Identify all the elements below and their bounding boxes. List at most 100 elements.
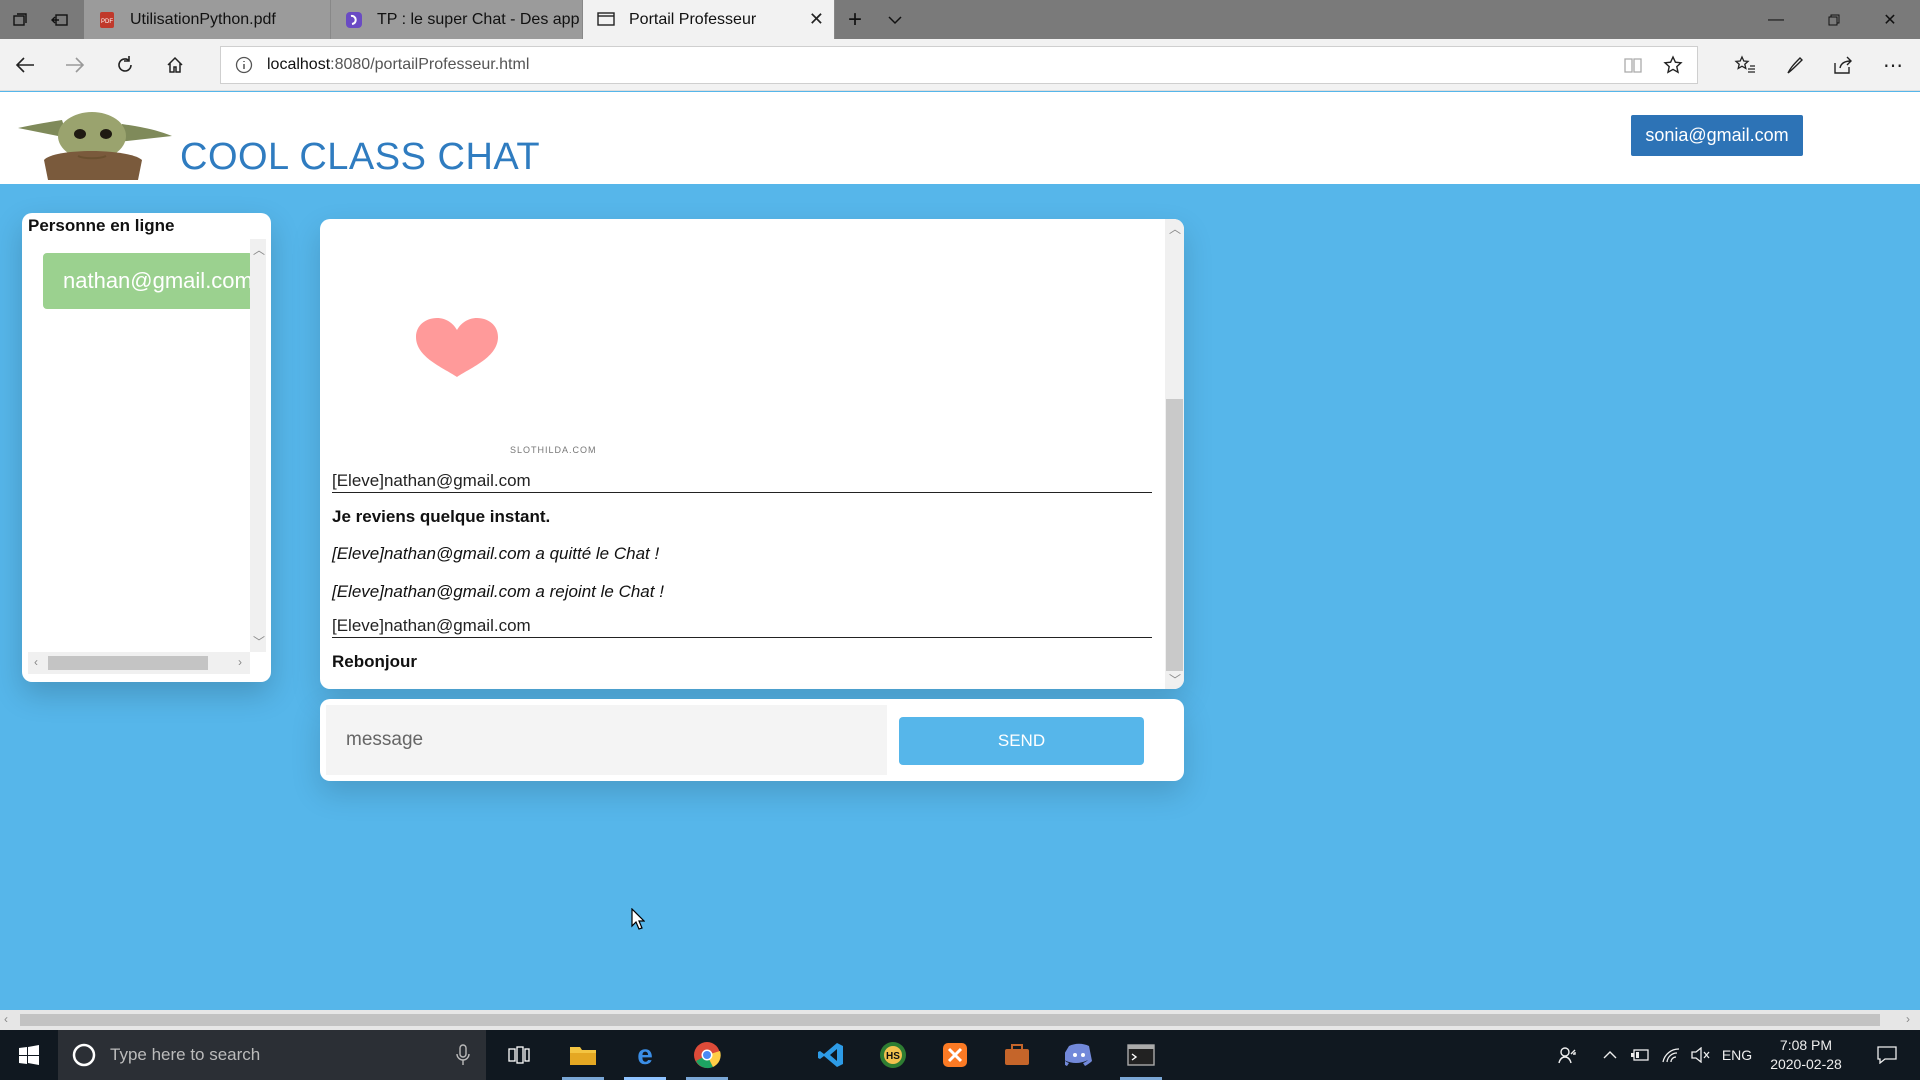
scroll-down-arrow-icon[interactable]: ﹀ [253, 633, 265, 650]
baby-yoda-logo [18, 106, 172, 180]
new-tab-icon[interactable]: + [835, 0, 875, 39]
taskbar-search-box[interactable]: Type here to search [58, 1030, 486, 1080]
tab-utilisation-python[interactable]: PDF UtilisationPython.pdf [84, 0, 331, 39]
file-explorer-icon[interactable] [554, 1030, 612, 1080]
refresh-icon[interactable] [100, 39, 150, 91]
user-account-button[interactable]: sonia@gmail.com [1631, 115, 1803, 156]
tab-title: UtilisationPython.pdf [130, 10, 276, 28]
favorite-star-icon[interactable] [1663, 55, 1683, 75]
heart-gif [412, 317, 502, 384]
address-bar[interactable]: localhost:8080/portailProfesseur.html [220, 46, 1698, 84]
reading-view-icon[interactable] [1623, 56, 1643, 74]
scroll-down-arrow-icon[interactable]: ﹀ [1169, 671, 1181, 688]
battery-icon[interactable] [1627, 1030, 1653, 1080]
back-icon[interactable] [0, 39, 50, 91]
gif-caption: SLOTHILDA.COM [510, 445, 597, 455]
message-sender: [Eleve]nathan@gmail.com [332, 471, 1152, 493]
site-info-icon[interactable] [235, 56, 253, 74]
message-sender: [Eleve]nathan@gmail.com [332, 616, 1152, 638]
svg-text:HS: HS [886, 1051, 900, 1062]
terminal-icon[interactable] [1112, 1030, 1170, 1080]
online-panel-title: Personne en ligne [28, 216, 175, 235]
horizontal-scroll-thumb[interactable] [48, 656, 208, 670]
site-title: COOL CLASS CHAT [180, 136, 541, 178]
horizontal-scroll-thumb[interactable] [20, 1014, 1880, 1026]
scroll-right-arrow-icon[interactable]: › [238, 655, 242, 669]
scroll-up-arrow-icon[interactable]: ︿ [253, 241, 265, 258]
forward-icon[interactable] [50, 39, 100, 91]
site-icon [345, 11, 363, 29]
pen-icon[interactable] [1770, 39, 1820, 91]
chat-vertical-scrollbar[interactable]: ︿ ﹀ [1165, 219, 1184, 689]
send-button[interactable]: SEND [899, 717, 1144, 765]
chat-panel: SLOTHILDA.COM [Eleve]nathan@gmail.com Je… [320, 219, 1184, 689]
svg-text:PDF: PDF [101, 19, 113, 25]
more-options-icon[interactable]: ⋯ [1868, 39, 1918, 91]
people-icon[interactable] [1552, 1030, 1582, 1080]
windows-start-icon[interactable] [0, 1030, 58, 1080]
windows-taskbar: Type here to search e HS ENG 7:08 PM 202… [0, 1030, 1920, 1080]
system-notice: [Eleve]nathan@gmail.com a quitté le Chat… [332, 544, 660, 563]
home-icon[interactable] [150, 39, 200, 91]
message-body: Rebonjour [332, 652, 417, 671]
cortana-icon [72, 1043, 96, 1067]
clock-time: 7:08 PM [1779, 1037, 1833, 1053]
tab-portail-professeur[interactable]: Portail Professeur ✕ [583, 0, 835, 39]
online-user-chip[interactable]: nathan@gmail.com [43, 253, 250, 309]
online-list-horizontal-scrollbar[interactable]: ‹ › [28, 652, 250, 674]
message-body: Je reviens quelque instant. [332, 507, 551, 526]
close-tab-icon[interactable]: ✕ [809, 9, 824, 30]
browser-nav-bar: localhost:8080/portailProfesseur.html ⋯ [0, 39, 1920, 91]
set-tabs-aside-icon[interactable] [40, 0, 80, 39]
scroll-left-arrow-icon[interactable]: ‹ [4, 1012, 8, 1026]
site-header: COOL CLASS CHAT sonia@gmail.com [0, 92, 1920, 184]
message-composer: SEND [320, 699, 1184, 781]
microphone-icon[interactable] [456, 1044, 470, 1066]
online-list-vertical-scrollbar[interactable]: ︿ ﹀ [250, 239, 266, 652]
briefcase-icon[interactable] [988, 1030, 1046, 1080]
restore-icon[interactable] [1806, 0, 1862, 39]
wifi-icon[interactable] [1658, 1030, 1684, 1080]
pdf-icon: PDF [98, 11, 116, 29]
mouse-cursor-icon [631, 907, 646, 935]
tab-preview-chevron-icon[interactable] [875, 0, 915, 39]
tab-title: Portail Professeur [629, 10, 757, 28]
hs-app-icon[interactable]: HS [864, 1030, 922, 1080]
system-notice: [Eleve]nathan@gmail.com a rejoint le Cha… [332, 582, 664, 601]
volume-muted-icon[interactable] [1688, 1030, 1714, 1080]
favorites-list-icon[interactable] [1720, 39, 1770, 91]
minimize-icon[interactable]: — [1748, 0, 1804, 39]
search-placeholder: Type here to search [110, 1045, 261, 1064]
tab-tp-super-chat[interactable]: TP : le super Chat - Des app [331, 0, 583, 39]
chrome-icon[interactable] [678, 1030, 736, 1080]
clock-date: 2020-02-28 [1770, 1056, 1842, 1072]
url-host: localhost [267, 56, 331, 73]
url-path: :8080/portailProfesseur.html [330, 56, 530, 73]
message-input[interactable] [326, 705, 887, 775]
url-text: localhost:8080/portailProfesseur.html [267, 56, 529, 74]
action-center-icon[interactable] [1864, 1030, 1910, 1080]
scroll-left-arrow-icon[interactable]: ‹ [34, 655, 38, 669]
vertical-scroll-thumb[interactable] [1166, 399, 1183, 671]
tab-title: TP : le super Chat - Des app [377, 10, 580, 28]
xampp-icon[interactable] [926, 1030, 984, 1080]
svg-text:e: e [637, 1041, 653, 1069]
tab-actions-icon[interactable] [0, 0, 40, 39]
browser-tab-bar: PDF UtilisationPython.pdf TP : le super … [0, 0, 1920, 39]
language-indicator[interactable]: ENG [1718, 1030, 1756, 1080]
page-icon [597, 11, 615, 29]
scroll-right-arrow-icon[interactable]: › [1906, 1012, 1910, 1026]
taskbar-clock[interactable]: 7:08 PM 2020-02-28 [1758, 1036, 1854, 1074]
edge-browser-icon[interactable]: e [616, 1030, 674, 1080]
vscode-icon[interactable] [802, 1030, 860, 1080]
discord-icon[interactable] [1050, 1030, 1108, 1080]
chat-message-list: SLOTHILDA.COM [Eleve]nathan@gmail.com Je… [320, 219, 1165, 689]
close-window-icon[interactable]: ✕ [1862, 0, 1918, 39]
online-users-list: nathan@gmail.com [28, 239, 250, 652]
task-view-icon[interactable] [490, 1030, 548, 1080]
show-hidden-icons-chevron-icon[interactable] [1597, 1030, 1623, 1080]
scroll-up-arrow-icon[interactable]: ︿ [1169, 220, 1181, 237]
page-horizontal-scrollbar[interactable]: ‹ › [0, 1010, 1920, 1030]
online-users-panel: Personne en ligne nathan@gmail.com ︿ ﹀ ‹… [22, 213, 271, 682]
share-icon[interactable] [1818, 39, 1868, 91]
